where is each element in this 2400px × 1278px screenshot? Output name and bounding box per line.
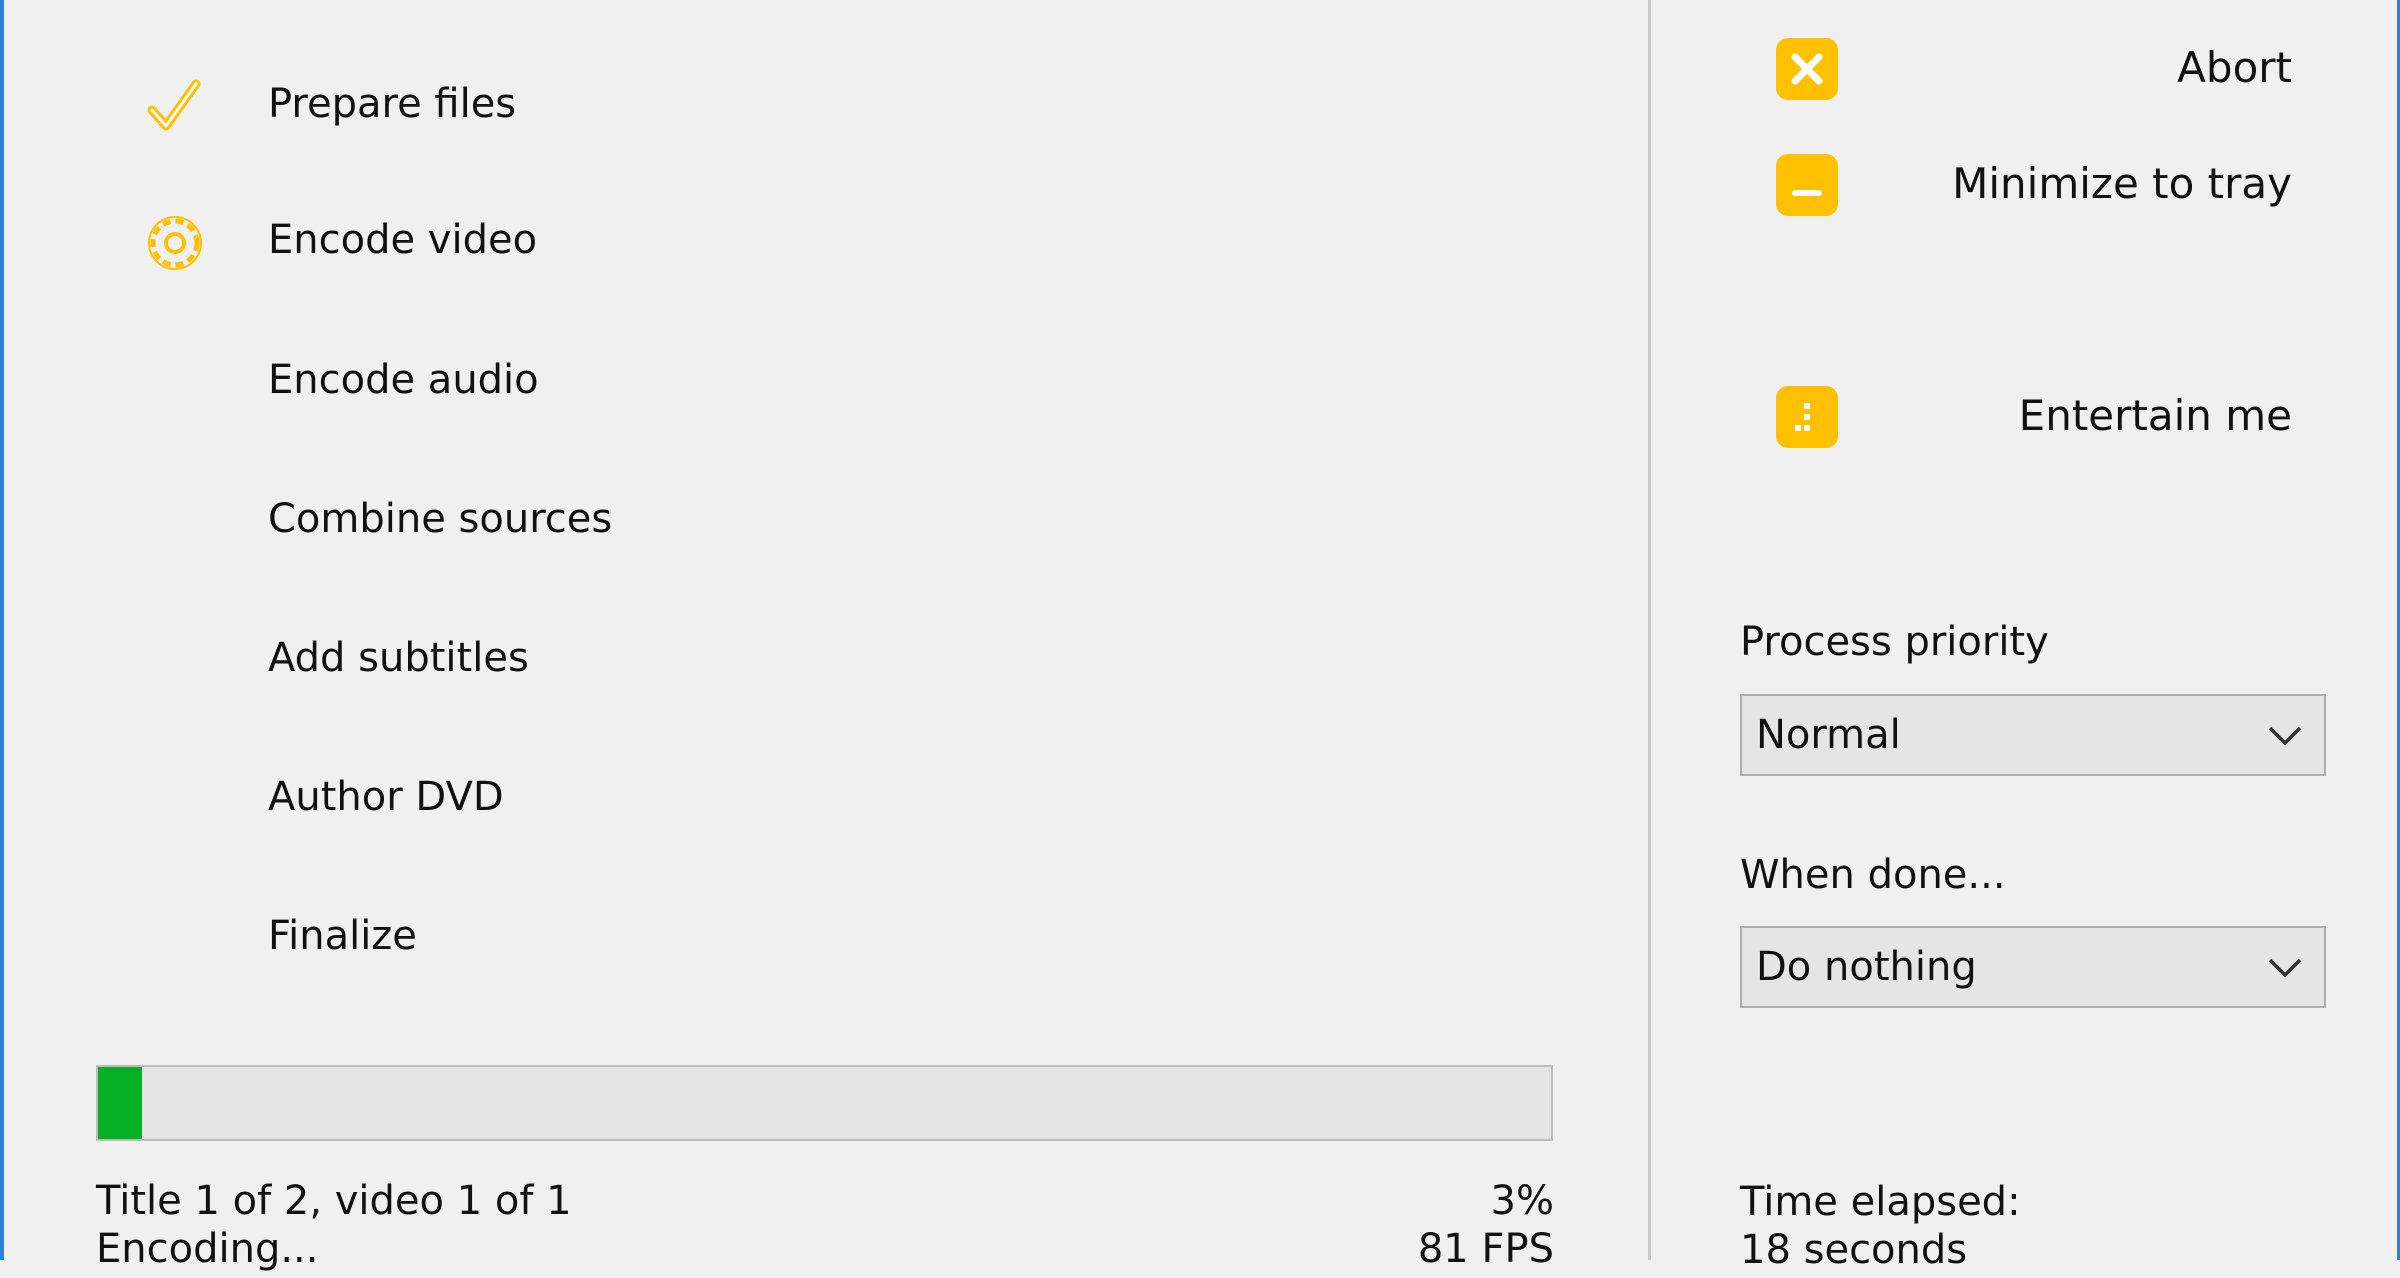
chevron-down-icon — [2266, 950, 2304, 986]
step-label: Combine sources — [268, 496, 613, 542]
fps-readout: 81 FPS — [1417, 1226, 1554, 1272]
step-label: Finalize — [268, 913, 417, 959]
chevron-down-icon — [2266, 718, 2304, 754]
when-done-label: When done... — [1740, 852, 2006, 898]
step-label: Prepare files — [268, 81, 517, 127]
step-add-subtitles: Add subtitles — [0, 608, 1600, 698]
checkmark-icon — [140, 72, 210, 142]
process-priority-label: Process priority — [1740, 619, 2049, 665]
step-label: Author DVD — [268, 774, 504, 820]
step-label: Add subtitles — [268, 635, 529, 681]
close-icon — [1776, 38, 1838, 100]
step-prepare-files: Prepare files — [0, 54, 1600, 144]
entertain-me-button[interactable]: Entertain me — [1760, 372, 2300, 462]
process-priority-value: Normal — [1756, 712, 1901, 758]
minimize-label: Minimize to tray — [1952, 159, 2292, 208]
game-icon — [1776, 386, 1838, 448]
minimize-to-tray-button[interactable]: Minimize to tray — [1760, 140, 2300, 230]
minimize-icon — [1776, 154, 1838, 216]
when-done-select[interactable]: Do nothing — [1740, 926, 2326, 1008]
step-label: Encode video — [268, 217, 538, 263]
abort-button[interactable]: Abort — [1760, 24, 2300, 114]
time-elapsed-value: 18 seconds — [1740, 1227, 1968, 1273]
progress-percent: 3% — [1490, 1178, 1554, 1224]
step-encode-audio: Encode audio — [0, 330, 1600, 420]
step-label: Encode audio — [268, 357, 539, 403]
step-finalize: Finalize — [0, 886, 1600, 976]
gear-icon — [140, 208, 210, 278]
abort-label: Abort — [2177, 43, 2292, 92]
status-phase-text: Encoding... — [96, 1226, 319, 1272]
step-author-dvd: Author DVD — [0, 747, 1600, 837]
progress-fill — [98, 1067, 142, 1139]
entertain-label: Entertain me — [2018, 391, 2292, 440]
panel-divider — [1648, 0, 1651, 1260]
progress-bar — [96, 1065, 1553, 1141]
status-title-text: Title 1 of 2, video 1 of 1 — [96, 1178, 572, 1224]
process-priority-select[interactable]: Normal — [1740, 694, 2326, 776]
step-encode-video: Encode video — [0, 190, 1600, 280]
when-done-value: Do nothing — [1756, 944, 1977, 990]
step-combine-sources: Combine sources — [0, 469, 1600, 559]
